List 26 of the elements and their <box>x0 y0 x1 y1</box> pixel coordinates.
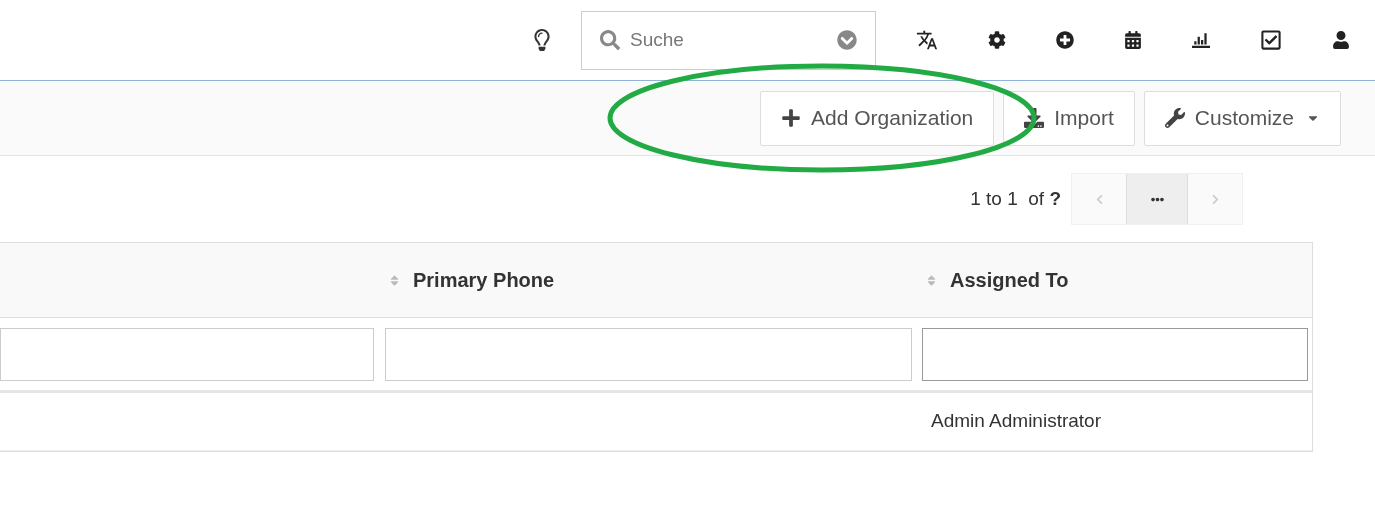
add-organization-button[interactable]: Add Organization <box>760 90 995 146</box>
sort-icon[interactable] <box>925 273 938 287</box>
plus-icon <box>781 108 801 128</box>
column-header[interactable]: Primary Phone <box>413 265 555 295</box>
customize-button[interactable]: Customize <box>1143 90 1341 146</box>
dropdown-icon[interactable] <box>837 30 857 50</box>
bar-chart-icon[interactable] <box>1192 31 1210 49</box>
lightbulb-icon[interactable] <box>531 29 553 51</box>
search-input[interactable]: Suche <box>630 25 827 55</box>
translate-icon[interactable] <box>916 29 938 51</box>
filter-field[interactable] <box>0 327 374 381</box>
settings-icon[interactable] <box>988 31 1006 49</box>
pagination-info: 1 to 1 of ? <box>970 186 1061 211</box>
search-icon <box>600 30 620 50</box>
column-header[interactable]: Assigned To <box>950 265 1069 295</box>
filter-field[interactable] <box>922 327 1308 381</box>
sort-icon[interactable] <box>388 273 401 287</box>
checkbox-icon[interactable] <box>1260 29 1282 51</box>
calendar-icon[interactable] <box>1124 31 1142 49</box>
search-field[interactable]: Suche <box>581 10 876 70</box>
table-cell: Admin Administrator <box>931 410 1101 432</box>
filter-field[interactable] <box>385 327 912 381</box>
user-icon[interactable] <box>1332 31 1350 49</box>
import-button[interactable]: Import <box>1003 90 1135 146</box>
wrench-icon <box>1164 108 1185 128</box>
download-icon <box>1024 108 1045 128</box>
